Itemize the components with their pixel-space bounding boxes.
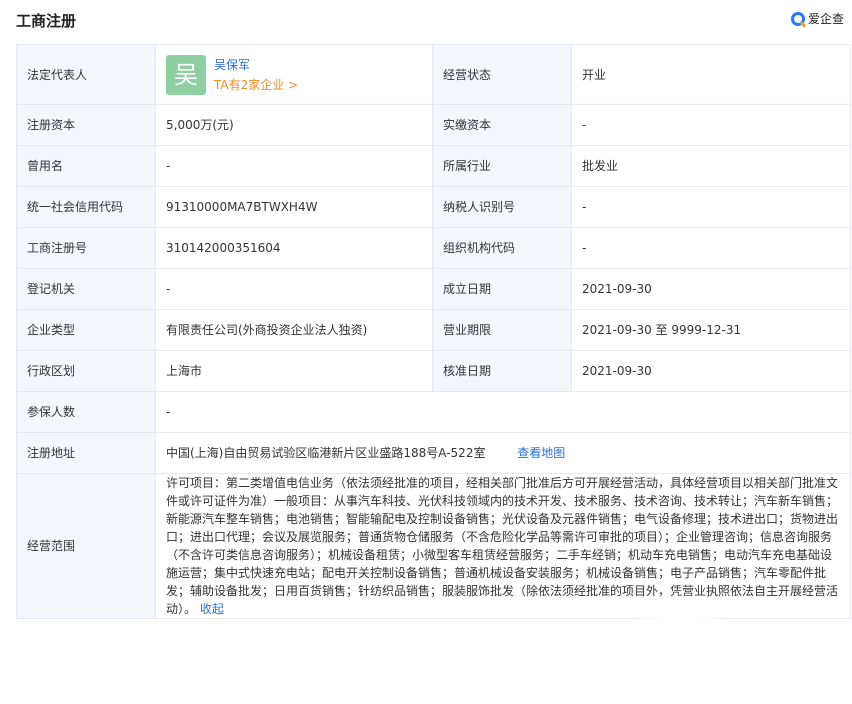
field-value: - [155,268,433,310]
related-companies-link[interactable]: TA有2家企业 > [214,76,298,94]
section-header: 工商注册 爱企查 [0,0,852,40]
field-value: 开业 [571,44,851,105]
legal-representative-cell: 吴 吴保军 TA有2家企业 > [155,44,433,105]
table-row: 工商注册号 310142000351604 组织机构代码 - [16,227,851,269]
field-label: 经营状态 [432,44,572,105]
brand-logo[interactable]: 爱企查 [790,10,844,27]
brand-name: 爱企查 [807,12,844,26]
field-label: 法定代表人 [16,44,156,105]
table-row: 行政区划 上海市 核准日期 2021-09-30 [16,350,851,392]
field-label: 核准日期 [432,350,572,392]
field-value: - [571,227,851,269]
table-row: 登记机关 - 成立日期 2021-09-30 [16,268,851,310]
field-label: 参保人数 [16,391,156,433]
field-label: 注册地址 [16,432,156,474]
field-label: 组织机构代码 [432,227,572,269]
table-row: 参保人数 - [16,391,851,433]
field-label: 纳税人识别号 [432,186,572,228]
field-label: 统一社会信用代码 [16,186,156,228]
table-row: 曾用名 - 所属行业 批发业 [16,145,851,187]
field-label: 营业期限 [432,309,572,351]
view-map-link[interactable]: 查看地图 [517,446,565,460]
field-value: 91310000MA7BTWXH4W [155,186,433,228]
table-row: 经营范围 许可项目：第二类增值电信业务（依法须经批准的项目，经相关部门批准后方可… [16,473,851,676]
business-scope-cell: 许可项目：第二类增值电信业务（依法须经批准的项目，经相关部门批准后方可开展经营活… [155,473,851,676]
field-value: - [571,186,851,228]
legal-representative-name[interactable]: 吴保军 [214,56,298,74]
field-label: 行政区划 [16,350,156,392]
field-value: 有限责任公司(外商投资企业法人独资) [155,309,433,351]
field-label: 经营范围 [16,473,156,619]
table-row: 统一社会信用代码 91310000MA7BTWXH4W 纳税人识别号 - [16,186,851,228]
avatar[interactable]: 吴 [166,54,206,95]
collapse-link[interactable]: 收起 [200,602,224,616]
aiqicha-logo-icon [790,11,805,26]
field-label: 工商注册号 [16,227,156,269]
registered-address: 中国(上海)自由贸易试验区临港新片区业盛路188号A-522室 [166,446,486,460]
field-value: 2021-09-30 至 9999-12-31 [571,309,851,351]
field-value: 上海市 [155,350,433,392]
field-label: 企业类型 [16,309,156,351]
field-label: 所属行业 [432,145,572,187]
field-label: 曾用名 [16,145,156,187]
field-value: - [571,104,851,146]
field-value: 2021-09-30 [571,268,851,310]
field-value: 5,000万(元) [155,104,433,146]
field-value: - [155,145,433,187]
table-row: 法定代表人 吴 吴保军 TA有2家企业 > 经营状态 开业 [16,44,851,105]
field-value: 2021-09-30 [571,350,851,392]
field-label: 成立日期 [432,268,572,310]
registered-address-cell: 中国(上海)自由贸易试验区临港新片区业盛路188号A-522室 查看地图 [155,432,851,474]
field-value: - [155,391,851,433]
field-label: 注册资本 [16,104,156,146]
field-value: 310142000351604 [155,227,433,269]
field-label: 登记机关 [16,268,156,310]
table-row: 企业类型 有限责任公司(外商投资企业法人独资) 营业期限 2021-09-30 … [16,309,851,351]
business-registration-table: 法定代表人 吴 吴保军 TA有2家企业 > 经营状态 开业 注册资本 5,000… [16,44,851,676]
table-row: 注册地址 中国(上海)自由贸易试验区临港新片区业盛路188号A-522室 查看地… [16,432,851,474]
section-title: 工商注册 [16,12,77,30]
field-value: 批发业 [571,145,851,187]
field-label: 实缴资本 [432,104,572,146]
tooltip-fade-overlay [626,594,736,676]
business-scope-text: 许可项目：第二类增值电信业务（依法须经批准的项目，经相关部门批准后方可开展经营活… [166,476,839,616]
table-row: 注册资本 5,000万(元) 实缴资本 - [16,104,851,146]
